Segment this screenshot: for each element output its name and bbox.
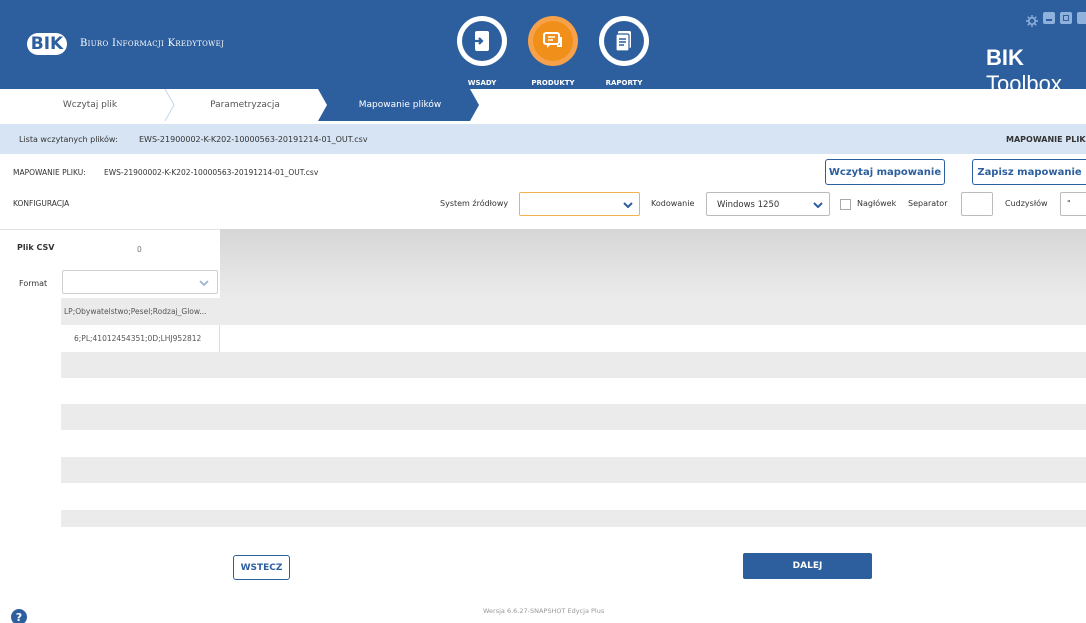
mapping-file-name: EWS-21900002-K-K202-10000563-20191214-01…: [104, 168, 319, 177]
report-document-icon: [615, 31, 631, 52]
config-label: KONFIGURACJA: [13, 199, 70, 208]
table-row: 6;PL;41012454351;0D;LHJ952812: [61, 325, 220, 352]
encoding-label: Kodowanie: [651, 199, 695, 208]
loaded-files-bar: Lista wczytanych plików: EWS-21900002-K-…: [0, 124, 1086, 154]
header-checkbox-label: Nagłówek: [857, 199, 897, 208]
app-header: BIK Biuro Informacji Kredytowej WSADY PR…: [0, 0, 1086, 96]
loaded-files-label: Lista wczytanych plików:: [19, 135, 118, 144]
maximize-icon[interactable]: [1060, 12, 1072, 24]
breadcrumb: Wczytaj plik Parametryzacja Mapowanie pl…: [0, 89, 1086, 121]
quote-label: Cudzysłów: [1005, 199, 1048, 208]
mapping-section-title: MAPOWANIE PLIKU: [1006, 135, 1086, 144]
breadcrumb-step-parametryzacja[interactable]: Parametryzacja: [175, 89, 315, 121]
save-mapping-button[interactable]: Zapisz mapowanie: [972, 159, 1086, 185]
nav-label: WSADY: [467, 79, 497, 87]
csv-file-label: Plik CSV: [17, 243, 55, 252]
table-row: LP;Obywatelstwo;Pesel;Rodzaj_Glow...: [61, 298, 1086, 325]
chevron-down-icon: [813, 202, 823, 208]
source-system-select[interactable]: [519, 192, 640, 216]
nav-raporty[interactable]: RAPORTY: [596, 16, 652, 87]
mapping-file-label: MAPOWANIE PLIKU:: [13, 168, 86, 177]
chevron-down-icon: [199, 280, 209, 286]
table-row: [61, 404, 1086, 430]
load-mapping-button[interactable]: Wczytaj mapowanie: [825, 159, 945, 185]
chat-bubbles-icon: [543, 32, 562, 48]
import-file-icon: [473, 31, 489, 51]
breadcrumb-step-mapowanie[interactable]: Mapowanie plików: [330, 89, 470, 121]
header-checkbox[interactable]: [840, 199, 851, 210]
table-row: [61, 510, 1086, 527]
format-label: Format: [19, 279, 48, 288]
format-select[interactable]: [62, 270, 218, 294]
table-row: [61, 352, 1086, 378]
loaded-file-name[interactable]: EWS-21900002-K-K202-10000563-20191214-01…: [139, 135, 368, 144]
nav-label: PRODUKTY: [531, 79, 575, 87]
logo-text: Biuro Informacji Kredytowej: [80, 38, 225, 49]
separator-input[interactable]: [961, 192, 993, 216]
back-button[interactable]: WSTECZ: [233, 555, 290, 580]
minimize-icon[interactable]: [1043, 12, 1055, 24]
close-icon[interactable]: [1077, 12, 1086, 24]
breadcrumb-step-wczytaj[interactable]: Wczytaj plik: [20, 89, 160, 121]
table-row: [61, 457, 1086, 483]
breadcrumb-arrows: [164, 89, 479, 121]
chevron-down-icon: [623, 202, 633, 208]
bik-logo: BIK: [27, 33, 67, 55]
nav-produkty[interactable]: PRODUKTY: [525, 16, 581, 87]
encoding-select[interactable]: Windows 1250: [706, 192, 830, 216]
next-button[interactable]: DALEJ: [743, 553, 872, 579]
quote-input[interactable]: ": [1060, 192, 1086, 216]
nav-label: RAPORTY: [605, 79, 643, 87]
table-cell: LP;Obywatelstwo;Pesel;Rodzaj_Glow...: [64, 307, 207, 316]
source-system-label: System źródłowy: [440, 199, 509, 208]
table-cell: 6;PL;41012454351;0D;LHJ952812: [74, 334, 202, 343]
encoding-value: Windows 1250: [717, 200, 780, 210]
settings-icon[interactable]: [1026, 12, 1038, 27]
separator-label: Separator: [908, 199, 948, 208]
grid-header-area: [220, 229, 1086, 298]
nav-wsady[interactable]: WSADY: [454, 16, 510, 87]
help-icon[interactable]: ?: [11, 609, 27, 623]
version-label: Wersja 6.6.27-SNAPSHOT Edycja Plus: [483, 607, 605, 615]
column-index: 0: [137, 245, 142, 254]
